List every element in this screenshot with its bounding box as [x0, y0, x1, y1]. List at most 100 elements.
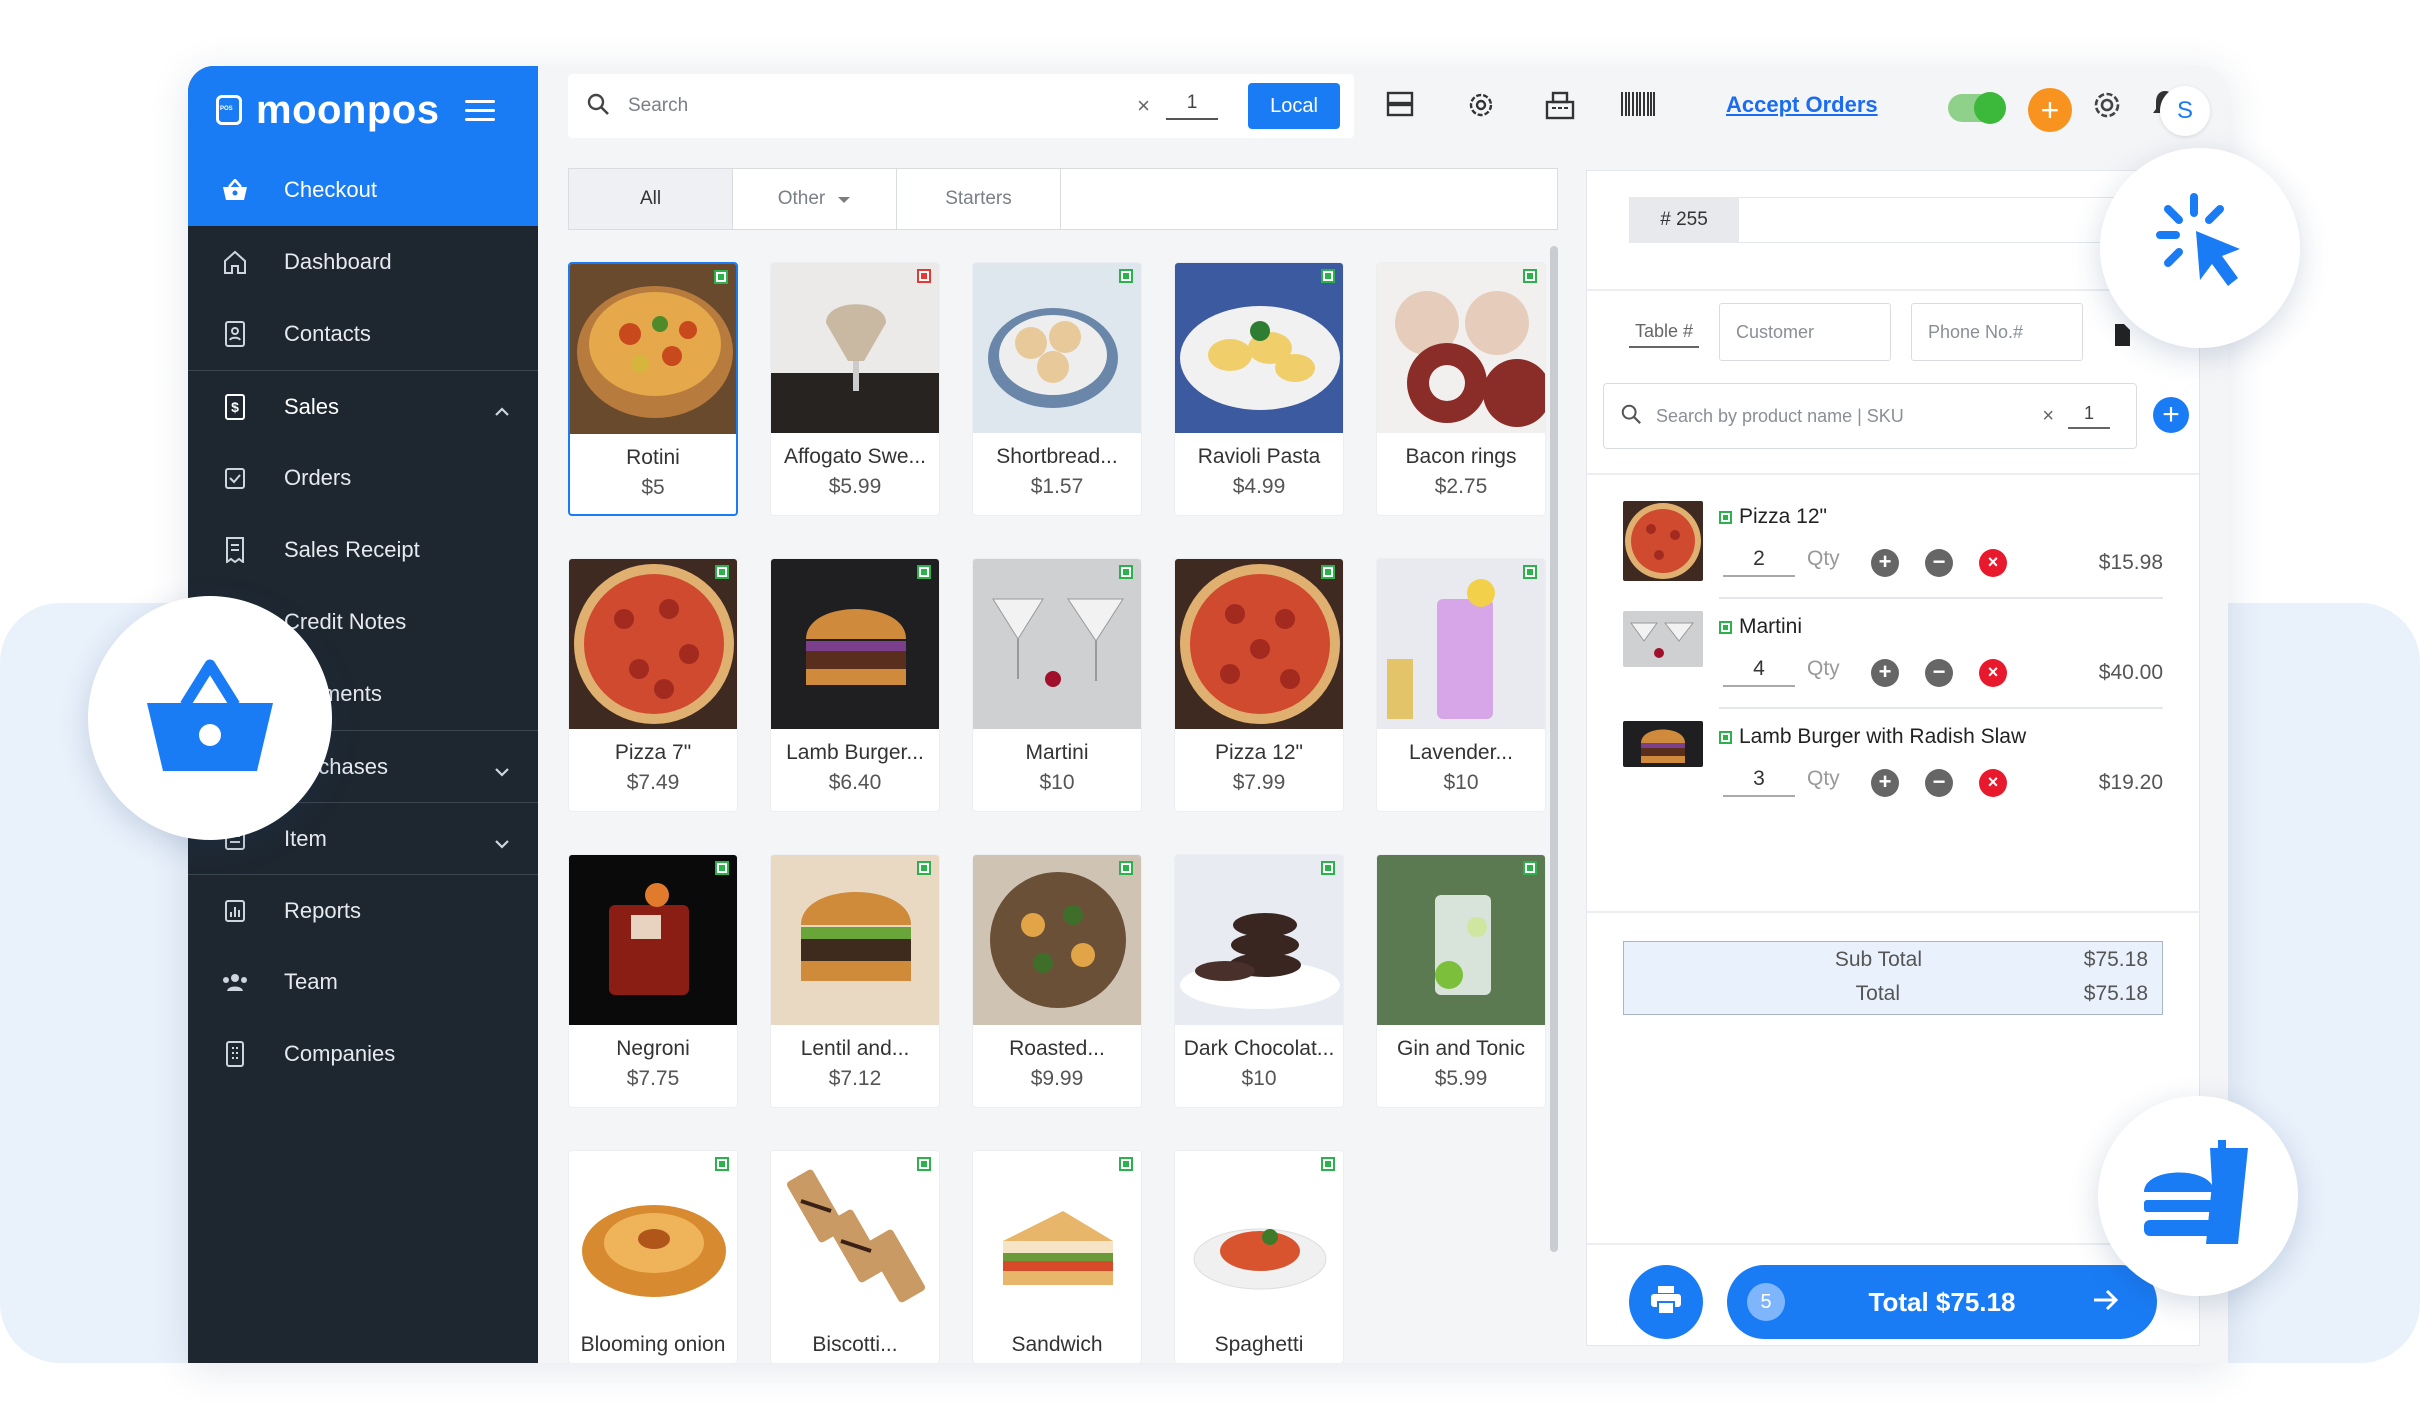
remove-item-icon[interactable]: × — [1979, 549, 2007, 577]
tab-all[interactable]: All — [569, 169, 733, 229]
sidebar-item-label: Team — [284, 969, 338, 994]
settings-icon[interactable] — [2090, 88, 2124, 127]
remove-item-icon[interactable]: × — [1979, 659, 2007, 687]
decrease-qty-icon[interactable]: − — [1925, 549, 1953, 577]
document-icon[interactable] — [2113, 323, 2131, 352]
chevron-down-icon[interactable] — [494, 757, 510, 783]
svg-text:$: $ — [231, 399, 239, 415]
add-product-button[interactable]: + — [2153, 397, 2189, 433]
product-card[interactable]: Bacon rings $2.75 — [1376, 262, 1546, 516]
sidebar-item-label: Dashboard — [284, 249, 392, 274]
decrease-qty-icon[interactable]: − — [1925, 659, 1953, 687]
clear-product-search-icon[interactable]: × — [2042, 405, 2054, 428]
increase-qty-icon[interactable]: + — [1871, 659, 1899, 687]
product-name: Shortbread... — [996, 445, 1118, 468]
dollar-doc-icon: $ — [218, 392, 252, 422]
product-card[interactable]: Spaghetti — [1174, 1150, 1344, 1363]
product-card[interactable]: Gin and Tonic $5.99 — [1376, 854, 1546, 1108]
local-button[interactable]: Local — [1248, 83, 1340, 129]
product-search-qty[interactable]: 1 — [2068, 403, 2110, 429]
product-image — [1377, 559, 1545, 729]
cart-item-image — [1623, 611, 1703, 667]
table-number-field[interactable]: Table # — [1629, 321, 1699, 348]
veg-indicator-icon — [1119, 861, 1133, 875]
sidebar-item-reports[interactable]: Reports — [188, 874, 538, 946]
product-card[interactable]: Roasted... $9.99 — [972, 854, 1142, 1108]
product-scrollbar[interactable] — [1550, 246, 1558, 1252]
category-tabs: All Other Starters — [568, 168, 1558, 230]
sidebar-item-contacts[interactable]: Contacts — [188, 298, 538, 370]
product-card[interactable]: Martini $10 — [972, 558, 1142, 812]
product-card[interactable]: Lavender... $10 — [1376, 558, 1546, 812]
product-card[interactable]: Pizza 12" $7.99 — [1174, 558, 1344, 812]
customer-field[interactable]: Customer — [1719, 303, 1891, 361]
product-card[interactable]: Affogato Swe... $5.99 — [770, 262, 940, 516]
veg-indicator-icon — [715, 861, 729, 875]
veg-indicator-icon — [1321, 1157, 1335, 1171]
cart-item: Lamb Burger with Radish Slaw 3 Qty + − ×… — [1623, 721, 2163, 831]
product-image — [1175, 559, 1343, 729]
sidebar-item-dashboard[interactable]: Dashboard — [188, 226, 538, 298]
cart-item-qty[interactable]: 4 — [1723, 657, 1795, 687]
phone-field[interactable]: Phone No.# — [1911, 303, 2083, 361]
search-qty-field[interactable]: 1 — [1166, 92, 1218, 120]
tab-starters[interactable]: Starters — [897, 169, 1061, 229]
cart-item-qty[interactable]: 3 — [1723, 767, 1795, 797]
clear-search-icon[interactable]: × — [1137, 93, 1150, 119]
product-price: $9.99 — [1030, 1067, 1084, 1090]
product-name: Sandwich — [1011, 1333, 1103, 1356]
product-card[interactable]: Negroni $7.75 — [568, 854, 738, 1108]
search-input[interactable]: Search × 1 Local — [568, 74, 1354, 138]
product-card[interactable]: Sandwich — [972, 1150, 1142, 1363]
tab-other[interactable]: Other — [733, 169, 897, 229]
veg-indicator-icon — [1321, 861, 1335, 875]
layout-icon[interactable] — [1386, 90, 1414, 123]
product-name: Lavender... — [1409, 741, 1513, 764]
increase-qty-icon[interactable]: + — [1871, 769, 1899, 797]
fast-food-badge — [2098, 1096, 2298, 1296]
tab-other-label: Other — [777, 188, 826, 209]
product-card[interactable]: Shortbread... $1.57 — [972, 262, 1142, 516]
product-name: Rotini — [626, 446, 680, 469]
sidebar-item-sales-receipt[interactable]: Sales Receipt — [188, 514, 538, 586]
sidebar-item-orders[interactable]: Orders — [188, 442, 538, 514]
product-card[interactable]: Biscotti... — [770, 1150, 940, 1363]
cash-register-icon[interactable] — [1544, 90, 1576, 125]
sidebar-item-checkout[interactable]: Checkout — [188, 154, 538, 226]
sidebar-item-label: Contacts — [284, 321, 371, 346]
cart-item-qty[interactable]: 2 — [1723, 547, 1795, 577]
product-card[interactable]: Pizza 7" $7.49 — [568, 558, 738, 812]
product-card[interactable]: Blooming onion — [568, 1150, 738, 1363]
chevron-down-icon[interactable] — [494, 829, 510, 855]
decrease-qty-icon[interactable]: − — [1925, 769, 1953, 797]
sidebar-item-companies[interactable]: Companies — [188, 1018, 538, 1090]
product-card[interactable]: Dark Chocolat... $10 — [1174, 854, 1344, 1108]
accept-orders-toggle[interactable] — [1948, 92, 2006, 124]
product-search-input[interactable]: Search by product name | SKU × 1 — [1603, 383, 2137, 449]
checkout-total-button[interactable]: 5 Total $75.18 — [1727, 1265, 2157, 1339]
product-card[interactable]: Ravioli Pasta $4.99 — [1174, 262, 1344, 516]
settings-gear-icon[interactable] — [1466, 90, 1496, 125]
divider — [1587, 289, 2199, 291]
remove-item-icon[interactable]: × — [1979, 769, 2007, 797]
product-card[interactable]: Lamb Burger... $6.40 — [770, 558, 940, 812]
checkbox-icon — [218, 463, 252, 493]
chevron-up-icon[interactable] — [494, 397, 510, 423]
veg-indicator-icon — [1719, 731, 1732, 744]
increase-qty-icon[interactable]: + — [1871, 549, 1899, 577]
avatar[interactable]: S — [2160, 86, 2210, 136]
subtotal-row: Sub Total $75.18 — [1624, 948, 2162, 978]
product-name: Martini — [1025, 741, 1089, 764]
print-button[interactable] — [1629, 1265, 1703, 1339]
menu-icon[interactable] — [465, 99, 496, 121]
search-icon — [586, 92, 610, 121]
product-card[interactable]: Rotini $5 — [568, 262, 738, 516]
add-icon[interactable]: + — [2028, 88, 2072, 132]
sidebar-item-sales[interactable]: $ Sales — [188, 370, 538, 442]
product-card[interactable]: Lentil and... $7.12 — [770, 854, 940, 1108]
order-note-field[interactable] — [1739, 197, 2127, 243]
accept-orders-link[interactable]: Accept Orders — [1726, 92, 1878, 118]
barcode-icon[interactable] — [1620, 90, 1656, 123]
sidebar-item-label: Credit Notes — [284, 609, 407, 634]
sidebar-item-team[interactable]: Team — [188, 946, 538, 1018]
